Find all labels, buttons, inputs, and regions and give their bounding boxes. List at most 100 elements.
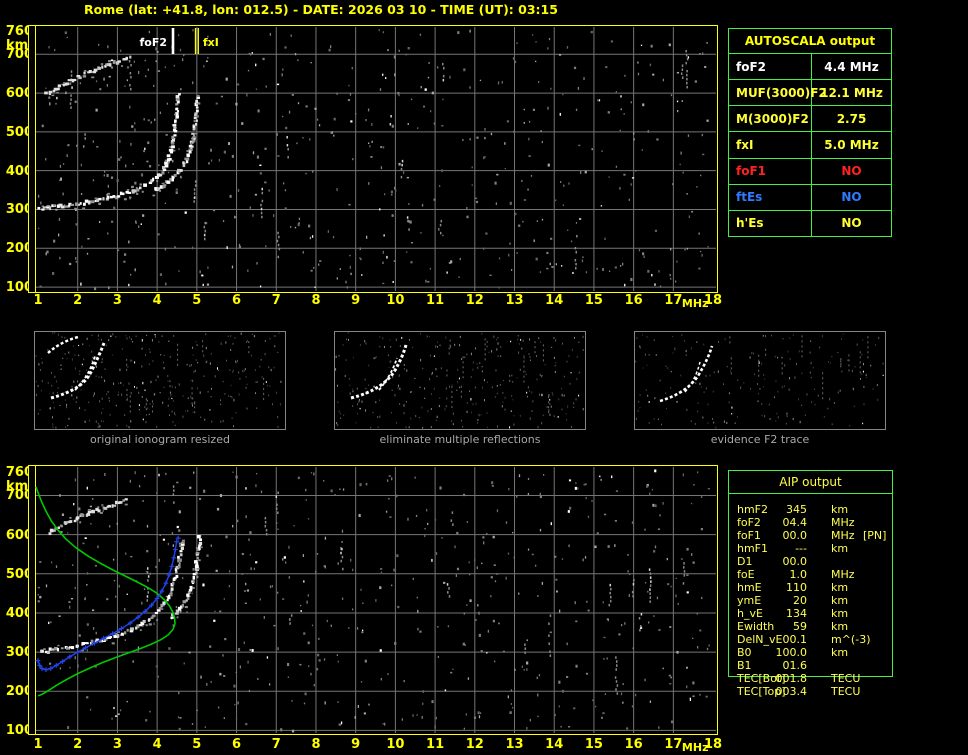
autoscala-row-fxI: fxI 5.0 MHz — [729, 132, 891, 159]
page-title: Rome (lat: +41.8, lon: 012.5) - DATE: 20… — [84, 2, 558, 17]
x-tick-label-12: 12 — [465, 737, 484, 752]
thumbnail-canvas — [35, 332, 282, 429]
thumbnail-caption-3: evidence F2 trace — [710, 433, 810, 446]
aip-row-value: 20 — [793, 594, 807, 607]
aip-row-unit: km — [831, 542, 849, 555]
ionogram-plot-top: foF2 fxI — [28, 25, 718, 293]
autoscala-row-label: MUF(3000)F2 — [729, 80, 827, 106]
aip-row-value: --- — [795, 542, 807, 555]
x-tick-label-4: 4 — [152, 737, 162, 752]
aip-row-unit: km — [831, 581, 849, 594]
aip-row-value: 134 — [786, 607, 807, 620]
aip-row-unit: km — [831, 620, 849, 633]
aip-row-label: D1 — [737, 555, 753, 568]
thumbnail-original-ionogram — [34, 331, 286, 430]
x-tick-label-10: 10 — [386, 293, 405, 308]
x-tick-label-7: 7 — [271, 293, 281, 308]
aip-row-unit: km — [831, 594, 849, 607]
autoscala-row-value: 4.4 MHz — [824, 59, 879, 74]
thumbnail-eliminate-reflections — [334, 331, 586, 430]
aip-row-TEC[Top]: TEC[Top] 003.4 TECU — [729, 686, 892, 699]
aip-row-unit: m^(-3) — [831, 633, 871, 646]
autoscala-screen: Rome (lat: +41.8, lon: 012.5) - DATE: 20… — [0, 0, 968, 755]
thumbnail-canvas — [335, 332, 584, 429]
marker-label-fxI: fxI — [203, 36, 219, 49]
aip-row-label: B0 — [737, 646, 752, 659]
aip-row-B0: B0 100.0 km — [729, 647, 892, 660]
autoscala-row-h'Es: h'Es NO — [729, 210, 891, 236]
bottom-ionogram-canvas — [35, 466, 716, 734]
x-tick-label-16: 16 — [624, 737, 643, 752]
autoscala-row-value: NO — [841, 164, 862, 179]
aip-row-unit: TECU — [831, 672, 861, 685]
aip-row-value: 00.0 — [782, 555, 808, 568]
aip-row-note: [PN] — [863, 529, 887, 542]
x-tick-label-11: 11 — [426, 293, 445, 308]
x-axis-unit: MHz — [681, 741, 709, 754]
autoscala-row-foF1: foF1 NO — [729, 158, 891, 185]
x-tick-label-13: 13 — [505, 293, 524, 308]
x-tick-label-5: 5 — [192, 737, 202, 752]
bottom-plot-x-axis: 1 2 3 4 5 6 7 8 9 10 11 12 13 14 15 16 17 18 MHz — [28, 737, 738, 755]
x-tick-label-15: 15 — [584, 737, 603, 752]
x-tick-label-4: 4 — [152, 293, 162, 308]
ionogram-plot-bottom — [28, 465, 718, 735]
thumbnail-caption-1: original ionogram resized — [90, 433, 230, 446]
thumbnail-caption-2: eliminate multiple reflections — [379, 433, 541, 446]
x-tick-label-12: 12 — [465, 293, 484, 308]
aip-row-value: 59 — [793, 620, 807, 633]
aip-row-label: hmE — [737, 581, 762, 594]
top-plot-x-axis: 1 2 3 4 5 6 7 8 9 10 11 12 13 14 15 16 17 18 MHz — [28, 293, 738, 311]
aip-row-value: 00.0 — [782, 529, 808, 542]
x-tick-label-15: 15 — [584, 293, 603, 308]
autoscala-row-value: 5.0 MHz — [824, 137, 879, 152]
aip-row-value: 001.8 — [775, 672, 808, 685]
x-tick-label-2: 2 — [73, 293, 83, 308]
aip-row-DelN_vE: DelN_vE 00.1 m^(-3) — [729, 634, 892, 647]
autoscala-row-ftEs: ftEs NO — [729, 184, 891, 211]
x-tick-label-6: 6 — [232, 293, 242, 308]
x-tick-label-9: 9 — [351, 737, 361, 752]
aip-output-table: AIP output hmF2 345 km foF2 04.4 MHz foF1 00.0 M… — [728, 470, 893, 698]
autoscala-table-header: AUTOSCALA output — [729, 29, 891, 54]
aip-row-value: 04.4 — [782, 516, 808, 529]
autoscala-row-label: h'Es — [729, 210, 812, 236]
autoscala-row-label: M(3000)F2 — [729, 106, 812, 132]
aip-row-value: 110 — [786, 581, 807, 594]
x-tick-label-8: 8 — [311, 737, 321, 752]
autoscala-row-value: NO — [841, 190, 862, 205]
x-axis-unit: MHz — [681, 297, 709, 310]
aip-row-unit: km — [831, 646, 849, 659]
x-tick-label-8: 8 — [311, 293, 321, 308]
aip-row-unit: TECU — [831, 685, 861, 698]
autoscala-row-MUF(3000)F2: MUF(3000)F2 12.1 MHz — [729, 80, 891, 107]
autoscala-table-rows: foF2 4.4 MHz MUF(3000)F2 12.1 MHz M(3000)F2 2… — [729, 54, 891, 236]
top-ionogram-canvas: foF2 fxI — [35, 26, 716, 292]
x-tick-label-2: 2 — [73, 737, 83, 752]
aip-row-label: h_vE — [737, 607, 763, 620]
autoscala-output-table: AUTOSCALA output foF2 4.4 MHz MUF(3000)F2 1… — [728, 28, 892, 237]
aip-table-rows: hmF2 345 km foF2 04.4 MHz foF1 00.0 MHz [PN] hmF1 -… — [729, 504, 892, 699]
aip-row-hmF1: hmF1 --- km — [729, 543, 892, 556]
aip-row-label: foE — [737, 568, 755, 581]
autoscala-row-label: foF1 — [729, 158, 812, 184]
x-tick-label-14: 14 — [545, 293, 564, 308]
autoscala-row-M(3000)F2: M(3000)F2 2.75 — [729, 106, 891, 133]
x-tick-label-5: 5 — [192, 293, 202, 308]
aip-row-value: 01.6 — [782, 659, 808, 672]
aip-row-label: B1 — [737, 659, 752, 672]
autoscala-row-foF2: foF2 4.4 MHz — [729, 54, 891, 81]
x-tick-label-7: 7 — [271, 737, 281, 752]
thumbnail-evidence-f2-trace — [634, 331, 886, 430]
aip-row-value: 00.1 — [782, 633, 808, 646]
aip-row-unit: MHz — [831, 529, 855, 542]
marker-label-foF2: foF2 — [139, 36, 167, 49]
autoscala-row-label: foF2 — [729, 54, 812, 80]
x-tick-label-14: 14 — [545, 737, 564, 752]
aip-row-label: foF2 — [737, 516, 761, 529]
autoscala-row-value: NO — [841, 216, 862, 231]
x-tick-label-9: 9 — [351, 293, 361, 308]
autoscala-row-label: ftEs — [729, 184, 812, 210]
x-tick-label-1: 1 — [33, 293, 43, 308]
aip-row-unit: MHz — [831, 568, 855, 581]
